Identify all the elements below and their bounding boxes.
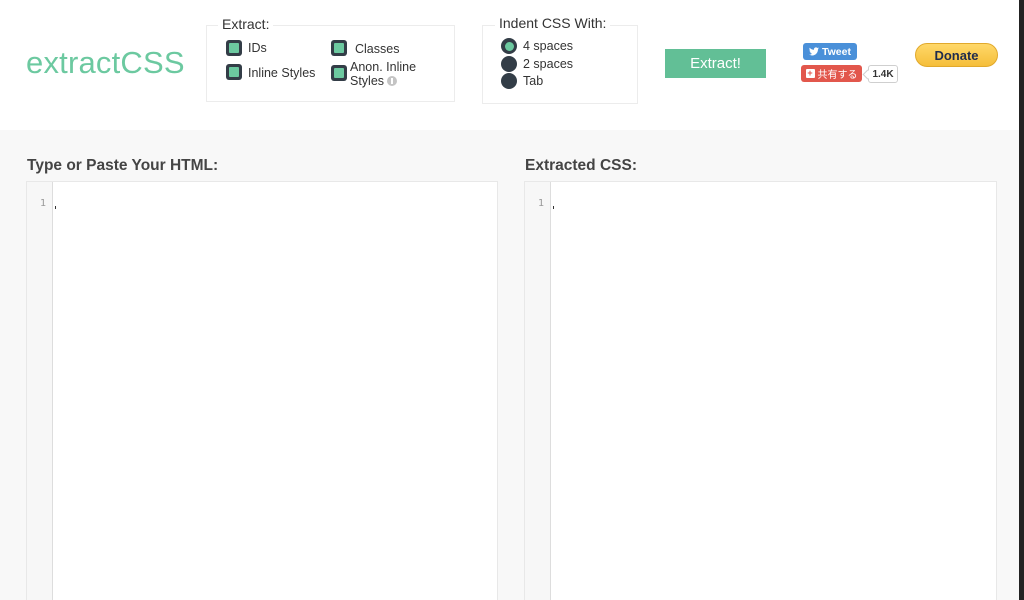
input-gutter: 1 [27, 182, 53, 600]
tweet-button[interactable]: Tweet [803, 43, 857, 60]
radio-4-spaces-label: 4 spaces [523, 39, 574, 53]
output-cursor [553, 206, 554, 209]
checkbox-ids-box[interactable] [226, 40, 242, 56]
checkbox-classes[interactable]: Classes [331, 40, 399, 56]
radio-2-spaces-circle[interactable] [501, 56, 517, 72]
checkbox-anon-inline-styles-box[interactable] [331, 65, 347, 81]
indent-options-legend: Indent CSS With: [495, 15, 611, 31]
logo: extractCSS [26, 45, 185, 80]
checkbox-classes-label: Classes [355, 42, 400, 56]
share-count-badge: 1.4K [868, 65, 898, 83]
output-gutter: 1 [525, 182, 551, 600]
checkbox-inline-styles[interactable]: Inline Styles [226, 64, 315, 80]
input-cursor [55, 206, 56, 209]
twitter-bird-icon [809, 47, 819, 56]
radio-2-spaces-label: 2 spaces [523, 57, 574, 71]
checkbox-inline-styles-box[interactable] [226, 64, 242, 80]
radio-tab-circle[interactable] [501, 73, 517, 89]
anon-label-line1: Anon. Inline [350, 60, 417, 74]
info-icon[interactable] [387, 76, 398, 86]
hatena-plus-icon: + [805, 68, 815, 78]
window-edge [1019, 0, 1024, 600]
output-panel-title: Extracted CSS: [525, 157, 637, 174]
radio-tab-label: Tab [523, 74, 544, 88]
checkbox-ids[interactable]: IDs [226, 40, 267, 56]
extract-options-legend: Extract: [218, 16, 274, 32]
checkbox-ids-label: IDs [248, 41, 267, 55]
html-input-editor[interactable]: 1 [26, 181, 498, 600]
radio-tab[interactable]: Tab [501, 73, 543, 89]
donate-button[interactable]: Donate [915, 43, 998, 67]
checkbox-inline-styles-label: Inline Styles [248, 66, 316, 80]
output-line-number: 1 [537, 198, 544, 209]
radio-4-spaces[interactable]: 4 spaces [501, 38, 573, 54]
input-line-number: 1 [39, 198, 46, 209]
css-output-editor[interactable]: 1 [524, 181, 997, 600]
radio-4-spaces-circle[interactable] [501, 38, 517, 54]
checkbox-anon-inline-styles-label: Anon. Inline Styles [350, 60, 416, 88]
share-button[interactable]: + 共有する [801, 65, 862, 82]
tweet-label: Tweet [822, 45, 851, 58]
radio-2-spaces[interactable]: 2 spaces [501, 56, 573, 72]
header: extractCSS Extract: IDs Classes Inline S… [0, 0, 1024, 130]
anon-label-line2: Styles [350, 74, 385, 88]
share-label: 共有する [817, 70, 858, 81]
extract-button[interactable]: Extract! [665, 49, 766, 78]
checkbox-classes-box[interactable] [331, 40, 347, 56]
input-panel-title: Type or Paste Your HTML: [27, 157, 219, 174]
checkbox-anon-inline-styles[interactable]: Anon. Inline Styles [331, 60, 416, 88]
